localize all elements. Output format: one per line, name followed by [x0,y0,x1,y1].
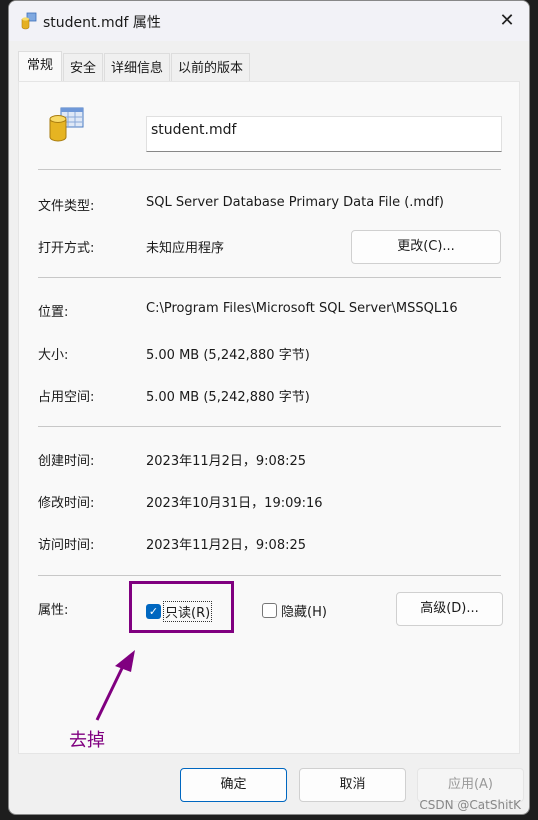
tab-bar: 常规 安全 详细信息 以前的版本 [18,51,251,81]
size-on-disk-label: 占用空间: [38,390,95,405]
database-file-icon [49,107,84,142]
properties-dialog: student.mdf 属性 ✕ 常规 安全 详细信息 以前的版本 studen… [8,0,530,815]
readonly-checkbox[interactable]: ✓ 只读(R) [146,601,213,622]
window-title: student.mdf 属性 [43,15,161,31]
location-value: C:\Program Files\Microsoft SQL Server\MS… [146,301,458,316]
general-panel: student.mdf 文件类型: SQL Server Database Pr… [18,81,520,754]
tab-details[interactable]: 详细信息 [104,53,171,81]
advanced-button[interactable]: 高级(D)... [396,592,503,626]
title-bar: student.mdf 属性 ✕ [9,1,529,41]
cancel-button[interactable]: 取消 [299,768,406,802]
open-with-label: 打开方式: [38,241,95,256]
modified-label: 修改时间: [38,496,95,511]
tab-general[interactable]: 常规 [18,51,63,81]
created-label: 创建时间: [38,454,95,469]
divider [38,169,501,170]
file-type-value: SQL Server Database Primary Data File (.… [146,195,444,210]
hidden-label: 隐藏(H) [281,605,327,620]
annotation-text: 去掉 [69,730,105,751]
created-value: 2023年11月2日，9:08:25 [146,454,307,469]
location-label: 位置: [38,305,69,320]
accessed-value: 2023年11月2日，9:08:25 [146,538,307,553]
change-button[interactable]: 更改(C)... [351,230,501,264]
divider [38,426,501,427]
ok-button[interactable]: 确定 [180,768,287,802]
annotation-arrow-icon [95,650,135,721]
divider [38,277,501,278]
database-file-icon [21,12,37,30]
attributes-label: 属性: [38,603,69,618]
tab-previous-versions[interactable]: 以前的版本 [171,53,251,81]
divider [38,575,501,576]
file-type-label: 文件类型: [38,199,95,214]
modified-value: 2023年10月31日，19:09:16 [146,496,323,511]
accessed-label: 访问时间: [38,538,95,553]
checkbox-checked-icon[interactable]: ✓ [146,604,161,619]
watermark: CSDN @CatShitK [419,798,521,812]
open-with-value: 未知应用程序 [146,241,225,256]
apply-button[interactable]: 应用(A) [417,768,524,802]
size-label: 大小: [38,348,69,363]
size-on-disk-value: 5.00 MB (5,242,880 字节) [146,390,310,405]
hidden-checkbox[interactable]: 隐藏(H) [262,601,327,620]
tab-security[interactable]: 安全 [63,53,104,81]
size-value: 5.00 MB (5,242,880 字节) [146,348,310,363]
readonly-label: 只读(R) [163,601,213,622]
close-icon[interactable]: ✕ [493,7,521,35]
file-name-input[interactable]: student.mdf [146,116,502,152]
checkbox-unchecked-icon[interactable] [262,603,277,618]
